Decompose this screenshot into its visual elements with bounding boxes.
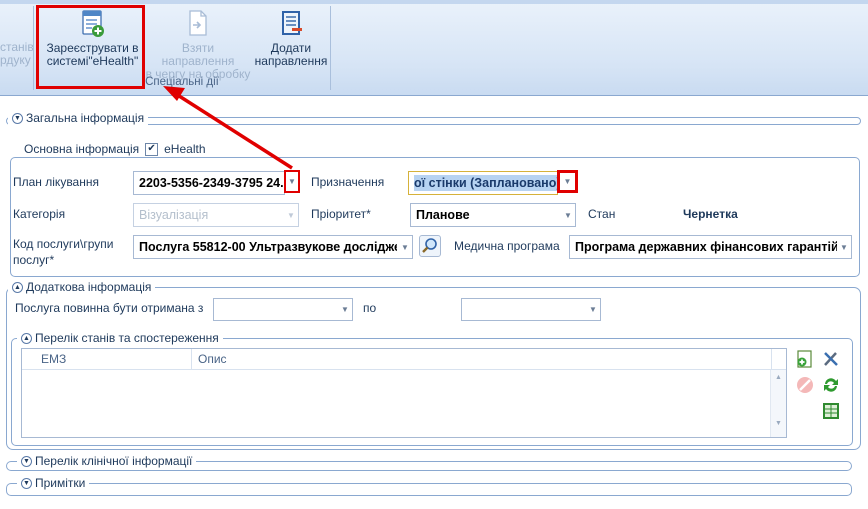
chevron-down-icon: ▼ — [840, 242, 848, 252]
scroll-down-icon[interactable]: ▼ — [771, 420, 786, 427]
program-value: Програма державних фінансових гарантій м — [575, 240, 837, 254]
chevron-down-icon: ▼ — [401, 242, 409, 252]
no-entry-icon — [797, 377, 813, 393]
scroll-up-icon[interactable]: ▲ — [771, 374, 786, 381]
ribbon-separator-right — [330, 6, 331, 90]
observations-table: ЕМЗ Опис ▲ ▼ — [21, 348, 787, 438]
ehealth-checkbox[interactable]: ✔ — [145, 142, 159, 156]
ribbon-separator — [33, 6, 34, 90]
export-record-button[interactable] — [820, 400, 842, 422]
purpose-dropdown-button[interactable]: ▼ — [557, 170, 578, 193]
add-document-icon — [797, 350, 812, 368]
service-search-button[interactable] — [419, 235, 441, 257]
date-to-field[interactable]: ▼ — [461, 298, 601, 321]
notes-section-header[interactable]: ▼ Примітки — [17, 476, 90, 490]
service-field[interactable]: Послуга 55812-00 Ультразвукове досліджен… — [133, 235, 413, 259]
received-from-label: Послуга повинна бути отримана з — [15, 301, 204, 315]
spreadsheet-icon — [823, 403, 839, 419]
ribbon-button-cut[interactable]: станів рдуку — [0, 41, 34, 67]
notes-section-title: Примітки — [35, 476, 86, 490]
observations-header[interactable]: ▲ Перелік станів та спостереження — [17, 331, 223, 345]
service-label: Код послуги\групи послуг* — [13, 236, 113, 268]
basic-info-header: Основна інформація ✔ eHealth — [20, 142, 210, 156]
expand-icon: ▲ — [21, 332, 32, 344]
expand-icon: ▲ — [12, 281, 23, 293]
add-referral-label-2: направлення — [254, 54, 328, 68]
refresh-record-button[interactable] — [820, 374, 842, 396]
service-label-2: послуг* — [13, 253, 55, 267]
refresh-icon — [824, 378, 838, 392]
delete-record-button[interactable] — [794, 374, 816, 396]
purpose-value: ої стінки (Заплановано) — [414, 175, 557, 191]
program-label: Медична програма — [454, 239, 560, 253]
clinical-section-header[interactable]: ▼ Перелік клінічної інформації — [17, 454, 197, 468]
priority-label: Пріоритет* — [311, 207, 371, 221]
chevron-down-icon: ▼ — [564, 210, 572, 220]
document-arrow-icon — [189, 10, 207, 36]
column-emz[interactable]: ЕМЗ — [22, 349, 192, 369]
chevron-down-icon: ▼ — [287, 210, 295, 220]
basic-info-title: Основна інформація — [24, 142, 140, 156]
plan-label: План лікування — [13, 175, 99, 189]
date-from-field[interactable]: ▼ — [213, 298, 353, 321]
take-referral-label-1: Взяти направлення — [161, 41, 235, 68]
collapse-icon: ▼ — [12, 112, 23, 124]
program-field[interactable]: Програма державних фінансових гарантій м… — [569, 235, 852, 259]
ribbon-cut-label-2: рдуку — [0, 53, 31, 67]
priority-field[interactable]: Планове ▼ — [410, 203, 576, 227]
chevron-down-icon: ▼ — [341, 305, 349, 314]
service-label-1: Код послуги\групи — [13, 237, 114, 251]
purpose-field[interactable]: ої стінки (Заплановано) — [408, 171, 558, 195]
add-referral-button[interactable]: Додати направлення — [252, 8, 330, 68]
observations-title: Перелік станів та спостереження — [35, 331, 219, 345]
status-label: Стан — [588, 207, 616, 221]
priority-value: Планове — [416, 208, 470, 222]
chevron-down-icon: ▼ — [288, 177, 296, 186]
table-scrollbar[interactable]: ▲ ▼ — [770, 370, 786, 437]
purpose-label: Призначення — [311, 175, 385, 189]
add-referral-icon — [282, 11, 302, 35]
general-section-title: Загальна інформація — [26, 111, 145, 125]
category-field[interactable]: Візуалізація ▼ — [133, 203, 299, 227]
ribbon-top-strip — [0, 0, 868, 4]
plan-field[interactable]: 2203-5356-2349-3795 24. — [133, 171, 285, 195]
chevron-down-icon: ▼ — [589, 305, 597, 314]
category-value: Візуалізація — [139, 208, 209, 222]
plan-dropdown-button[interactable]: ▼ — [284, 170, 300, 193]
table-header: ЕМЗ Опис — [22, 349, 786, 370]
general-section-header[interactable]: ▼ Загальна інформація — [8, 111, 149, 125]
clinical-section-title: Перелік клінічної інформації — [35, 454, 193, 468]
add-record-button[interactable] — [794, 348, 816, 370]
status-value: Чернетка — [683, 207, 738, 221]
edit-record-button[interactable] — [820, 348, 842, 370]
ehealth-label: eHealth — [164, 142, 206, 156]
collapse-icon: ▼ — [21, 455, 32, 467]
additional-section-title: Додаткова інформація — [26, 280, 152, 294]
column-description[interactable]: Опис — [192, 349, 772, 369]
chevron-down-icon: ▼ — [563, 177, 572, 186]
magnifier-icon — [422, 238, 437, 253]
collapse-icon: ▼ — [21, 477, 32, 489]
register-highlight-box — [36, 5, 145, 89]
to-label: по — [363, 301, 377, 315]
tools-icon — [824, 352, 838, 366]
additional-section-header[interactable]: ▲ Додаткова інформація — [8, 280, 156, 294]
category-label: Категорія — [13, 207, 66, 221]
notes-section-line — [6, 483, 852, 496]
plan-value: 2203-5356-2349-3795 24. — [139, 176, 284, 190]
take-referral-button[interactable]: Взяти направлення в чергу на обробку — [144, 8, 252, 81]
service-value: Послуга 55812-00 Ультразвукове досліджен… — [139, 240, 397, 254]
